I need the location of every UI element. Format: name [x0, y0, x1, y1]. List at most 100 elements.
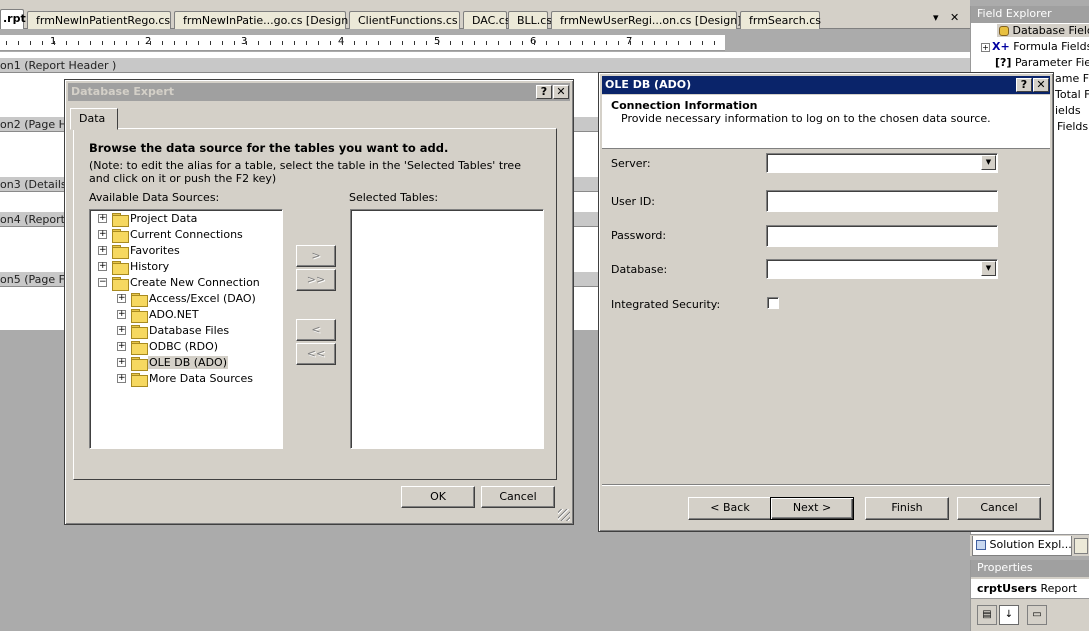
- solution-explorer-icon: [976, 540, 986, 550]
- tab-frmsearch[interactable]: frmSearch.cs: [740, 11, 821, 29]
- tree-item-label: History: [130, 260, 170, 273]
- back-button[interactable]: < Back: [688, 497, 772, 520]
- server-combobox[interactable]: ▼: [766, 153, 998, 173]
- expand-icon[interactable]: +: [98, 246, 107, 255]
- database-icon: [999, 26, 1009, 36]
- property-pages-icon[interactable]: ▭: [1027, 605, 1047, 625]
- ruler-tick: [246, 41, 247, 45]
- ruler-tick: [378, 41, 379, 45]
- field-explorer-running-total-fields[interactable]: Total Fi: [1055, 88, 1089, 101]
- properties-object-selector[interactable]: crptUsers Report: [971, 579, 1089, 599]
- ruler-tick: [402, 41, 403, 45]
- tree-item-label: Create New Connection: [130, 276, 260, 289]
- field-explorer-parameter-fields[interactable]: [?] Parameter Fields: [995, 56, 1089, 69]
- ruler-tick: [702, 41, 703, 45]
- ruler-tick: [114, 41, 115, 45]
- expand-icon[interactable]: +: [98, 214, 107, 223]
- ruler-tick: [714, 41, 715, 45]
- field-explorer-formula-fields[interactable]: + X+ Formula Fields: [981, 40, 1089, 53]
- user-id-input[interactable]: [766, 190, 998, 212]
- ruler-tick: [414, 41, 415, 45]
- password-input[interactable]: [766, 225, 998, 247]
- ruler-tick: [30, 41, 31, 45]
- cancel-button[interactable]: Cancel: [481, 486, 555, 508]
- expand-icon[interactable]: +: [117, 358, 126, 367]
- alias-note: (Note: to edit the alias for a table, se…: [89, 159, 521, 185]
- help-icon[interactable]: ?: [536, 85, 552, 99]
- available-sources-tree[interactable]: + Project Data + Current Connections + F…: [89, 209, 283, 449]
- ok-button[interactable]: OK: [401, 486, 475, 508]
- add-table-button[interactable]: >: [296, 245, 336, 267]
- cancel-button[interactable]: Cancel: [957, 497, 1041, 520]
- add-all-tables-button[interactable]: >>: [296, 269, 336, 291]
- tab-bll[interactable]: BLL.cs: [508, 11, 552, 29]
- tab-frmnewinpatie-design[interactable]: frmNewInPatie...go.cs [Design]: [174, 11, 353, 29]
- ruler-tick: [282, 41, 283, 45]
- database-combobox[interactable]: ▼: [766, 259, 998, 279]
- expand-icon[interactable]: +: [117, 342, 126, 351]
- expand-icon[interactable]: +: [981, 42, 990, 52]
- field-explorer-special-fields[interactable]: ields: [1055, 104, 1081, 117]
- field-explorer-group-name-fields[interactable]: ame Fiel: [1055, 72, 1089, 85]
- ruler-tick: [546, 41, 547, 45]
- browse-heading: Browse the data source for the tables yo…: [89, 141, 449, 155]
- next-button[interactable]: Next >: [770, 497, 854, 520]
- ruler-tick: [18, 41, 19, 45]
- ruler-tick: [678, 41, 679, 45]
- ruler-tick: [558, 41, 559, 45]
- tab-close-icon[interactable]: ✕: [950, 11, 959, 24]
- section-report-header[interactable]: on1 (Report Header ): [0, 57, 970, 73]
- selected-tables-tree[interactable]: [350, 209, 544, 449]
- ruler-tick: [570, 41, 571, 45]
- help-icon[interactable]: ?: [1016, 78, 1032, 92]
- remove-table-button[interactable]: <: [296, 319, 336, 341]
- remove-all-tables-button[interactable]: <<: [296, 343, 336, 365]
- tree-item-label: Access/Excel (DAO): [149, 292, 256, 305]
- tab-frmnewuserregi-design[interactable]: frmNewUserRegi...on.cs [Design]: [551, 11, 741, 29]
- close-icon[interactable]: ✕: [1033, 78, 1049, 92]
- tab-clientfunctions[interactable]: ClientFunctions.cs: [349, 11, 460, 29]
- tree-item-label: Current Connections: [130, 228, 243, 241]
- connection-info-subtitle: Provide necessary information to log on …: [621, 112, 991, 125]
- ruler-tick: [522, 41, 523, 45]
- expand-icon[interactable]: +: [117, 326, 126, 335]
- tab-dac[interactable]: DAC.cs: [463, 11, 511, 29]
- expand-icon[interactable]: +: [98, 262, 107, 271]
- field-explorer-unbound-fields[interactable]: Fields: [1057, 120, 1088, 133]
- finish-button[interactable]: Finish: [865, 497, 949, 520]
- expand-icon[interactable]: +: [117, 374, 126, 383]
- available-sources-label: Available Data Sources:: [89, 191, 220, 204]
- tree-item-label: More Data Sources: [149, 372, 254, 385]
- ruler-tick: [306, 41, 307, 45]
- field-explorer-database-fields[interactable]: Database Fields: [997, 24, 1089, 37]
- parameter-icon: [?]: [995, 56, 1012, 69]
- collapse-icon[interactable]: −: [98, 278, 107, 287]
- chevron-down-icon[interactable]: ▼: [981, 261, 996, 276]
- alphabetical-icon[interactable]: ↓: [999, 605, 1019, 625]
- ruler-tick: [138, 41, 139, 45]
- field-explorer-item-label: Formula Fields: [1013, 40, 1089, 53]
- close-icon[interactable]: ✕: [553, 85, 569, 99]
- tab-overflow-icon[interactable]: ▾: [933, 11, 939, 24]
- categorized-icon[interactable]: ▤: [977, 605, 997, 625]
- properties-panel: Properties crptUsers Report ▤ ↓ ▭: [970, 560, 1089, 631]
- resize-grip-icon[interactable]: [558, 509, 570, 521]
- ruler-tick: [66, 41, 67, 45]
- ruler-tick: [618, 41, 619, 45]
- expand-icon[interactable]: +: [117, 294, 126, 303]
- ruler-tick: [126, 41, 127, 45]
- expand-icon[interactable]: +: [98, 230, 107, 239]
- tab-solution-explorer[interactable]: Solution Expl...: [972, 536, 1072, 556]
- folder-icon: [131, 373, 148, 387]
- ruler-tick: [186, 41, 187, 45]
- tab-frmnewinpatientrego[interactable]: frmNewInPatientRego.cs: [27, 11, 171, 29]
- properties-object-name: crptUsers: [977, 582, 1037, 595]
- database-expert-title: Database Expert: [71, 85, 174, 98]
- database-label: Database:: [611, 263, 668, 276]
- tab-data[interactable]: Data: [70, 108, 118, 130]
- integrated-security-checkbox[interactable]: [767, 297, 779, 309]
- tab-class-view-icon[interactable]: [1074, 538, 1088, 554]
- tab-rpt[interactable]: .rpt: [0, 9, 26, 29]
- chevron-down-icon[interactable]: ▼: [981, 155, 996, 170]
- expand-icon[interactable]: +: [117, 310, 126, 319]
